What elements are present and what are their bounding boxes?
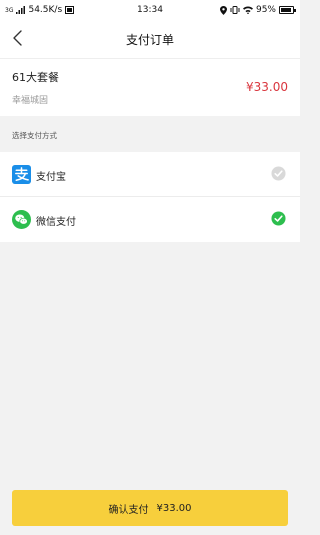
order-summary: 61大套餐 幸福城固 ¥33.00	[0, 58, 300, 116]
vibrate-icon	[230, 6, 240, 14]
payment-label-alipay: 支付宝	[36, 172, 66, 183]
wifi-icon	[242, 6, 253, 14]
checked-circle-icon[interactable]	[271, 211, 286, 226]
status-bar: 3G 54.5K/s 13:34 95%	[0, 0, 300, 20]
status-right: 95%	[219, 5, 296, 15]
alipay-icon	[12, 165, 31, 184]
battery-percent: 95%	[255, 5, 276, 15]
payment-option-alipay[interactable]: 支付宝	[0, 152, 300, 197]
payment-option-wechat[interactable]: 微信支付	[0, 197, 300, 242]
nav-bar: 支付订单	[0, 20, 300, 58]
battery-fill	[281, 8, 292, 12]
order-name: 61大套餐	[12, 71, 59, 84]
unchecked-circle-icon[interactable]	[271, 166, 286, 181]
battery-icon	[279, 6, 296, 14]
payment-label-wechat: 微信支付	[36, 217, 76, 228]
payment-section-label: 选择支付方式	[12, 131, 57, 140]
order-price: ¥33.00	[246, 80, 288, 94]
payment-method-list: 支付宝 微信支付	[0, 152, 300, 242]
location-icon	[219, 5, 227, 15]
confirm-pay-button[interactable]: 确认支付 ¥33.00	[12, 490, 288, 526]
wechat-icon	[12, 210, 31, 229]
confirm-pay-label: 确认支付	[108, 504, 149, 516]
shop-name: 幸福城固	[12, 96, 49, 106]
page-title: 支付订单	[125, 33, 174, 47]
confirm-pay-amount: ¥33.00	[156, 502, 192, 514]
